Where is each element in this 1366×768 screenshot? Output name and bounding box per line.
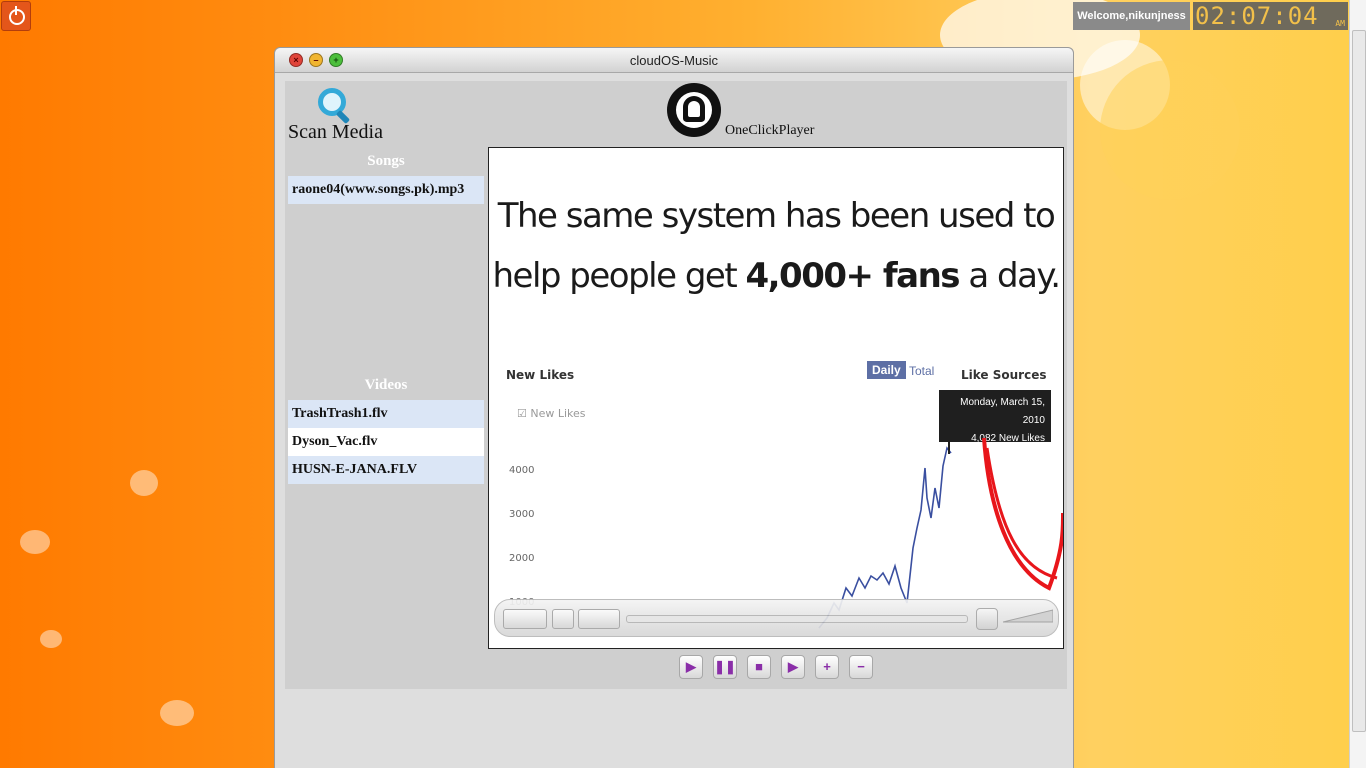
play-icon[interactable]: ▶ — [679, 655, 703, 679]
scan-media-button[interactable]: Scan Media — [287, 85, 397, 143]
frame-likes-graph — [818, 437, 1063, 629]
player-control-bar — [494, 599, 1059, 637]
minus-icon[interactable]: − — [849, 655, 873, 679]
seek-bar[interactable] — [626, 615, 968, 623]
volume-icon[interactable] — [976, 608, 998, 630]
decor-sun-petal — [1100, 60, 1240, 200]
welcome-label: Welcome,nikunjness — [1073, 2, 1190, 30]
player-name: OneClickPlayer — [725, 123, 815, 138]
stop-icon[interactable]: ■ — [747, 655, 771, 679]
video-item[interactable]: Dyson_Vac.flv — [288, 428, 484, 456]
video-item[interactable]: HUSN-E-JANA.FLV — [288, 456, 484, 484]
frame-red-arrow — [982, 437, 1063, 591]
video-player[interactable]: The same system has been used to help pe… — [488, 147, 1064, 649]
music-window: × – + cloudOS-Music Scan Media OneClickP… — [274, 47, 1074, 768]
logo-headphones — [683, 96, 705, 122]
videos-header: Videos — [364, 377, 408, 393]
plus-icon[interactable]: + — [815, 655, 839, 679]
pause-icon[interactable]: ❚❚ — [713, 655, 737, 679]
previous-button[interactable] — [552, 609, 574, 629]
window-title: cloudOS-Music — [629, 53, 719, 68]
video-item[interactable]: TrashTrash1.flv — [288, 400, 484, 428]
play-pause-button[interactable] — [503, 609, 547, 629]
next-button[interactable] — [578, 609, 620, 629]
decor-bubble — [40, 630, 62, 648]
power-icon-bar — [15, 6, 17, 15]
app-content: Scan Media OneClickPlayer Songs raone04(… — [285, 81, 1067, 689]
power-icon — [9, 9, 25, 25]
volume-slider[interactable] — [1003, 606, 1053, 628]
decor-bubble — [130, 470, 158, 496]
scrollbar-thumb[interactable] — [1352, 30, 1366, 732]
volume-wedge — [1003, 609, 1053, 623]
clock: 02:07:04 AM — [1193, 2, 1348, 30]
scan-media-label: Scan Media — [288, 121, 383, 143]
start-menu-button[interactable] — [1, 1, 31, 31]
clock-time: 02:07:04 — [1195, 2, 1319, 30]
song-item[interactable]: raone04(www.songs.pk).mp3 — [288, 176, 484, 204]
transport-controls: ▶ ❚❚ ■ ▶ + − — [679, 655, 879, 679]
decor-bubble — [20, 530, 50, 554]
songs-header: Songs — [367, 153, 405, 169]
decor-bubble — [160, 700, 194, 726]
clock-ampm: AM — [1335, 19, 1345, 28]
desktop: Welcome,nikunjness 02:07:04 AM × – + clo… — [0, 0, 1366, 768]
page-scrollbar[interactable] — [1349, 0, 1366, 768]
window-titlebar[interactable]: × – + cloudOS-Music — [275, 48, 1073, 73]
next-icon[interactable]: ▶ — [781, 655, 805, 679]
headphones-icon — [667, 83, 721, 137]
